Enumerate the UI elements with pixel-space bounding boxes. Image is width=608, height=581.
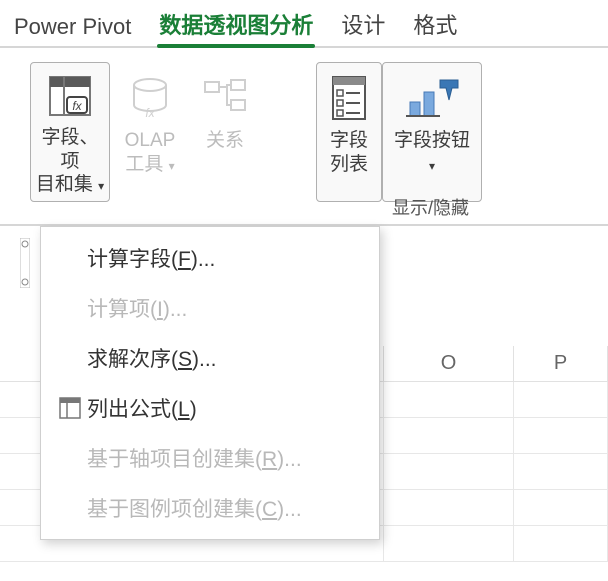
- field-buttons-icon: [404, 69, 460, 127]
- field-buttons-label: 字段按钮 ▾: [394, 129, 470, 177]
- menu-item-create-set-legend: 基于图例项创建集(C)...: [41, 483, 379, 533]
- list-formulas-icon: [53, 397, 87, 419]
- fields-items-sets-icon: fx: [47, 69, 93, 124]
- fields-items-sets-button[interactable]: fx 字段、项 目和集 ▾: [30, 62, 110, 202]
- olap-tools-button: fx OLAP 工具 ▾: [110, 62, 190, 202]
- field-list-icon: [330, 69, 368, 127]
- relations-label: 关系: [206, 129, 244, 153]
- chevron-down-icon: ▾: [98, 179, 104, 193]
- ribbon-group-showhide: 字段 列表 字段按钮 ▾: [316, 62, 482, 202]
- menu-item-label: 基于轴项目创建集(R)...: [87, 443, 302, 473]
- menu-item-label: 计算字段(F)...: [87, 243, 215, 273]
- menu-item-list-formulas[interactable]: 列出公式(L): [41, 383, 379, 433]
- ribbon-tabbar: Power Pivot 数据透视图分析 设计 格式: [0, 0, 608, 48]
- chevron-down-icon: ▾: [169, 159, 175, 173]
- olap-tools-icon: fx: [128, 69, 172, 127]
- menu-item-create-set-axis: 基于轴项目创建集(R)...: [41, 433, 379, 483]
- column-header-O[interactable]: O: [384, 346, 514, 382]
- tab-format[interactable]: 格式: [411, 4, 459, 46]
- svg-text:fx: fx: [145, 106, 155, 120]
- menu-item-calculated-item: 计算项(I)...: [41, 283, 379, 333]
- tab-pivotchart-analyze[interactable]: 数据透视图分析: [157, 4, 315, 46]
- column-header-P[interactable]: P: [514, 346, 608, 382]
- menu-item-label: 计算项(I)...: [87, 293, 187, 323]
- ribbon-group-calculations: fx 字段、项 目和集 ▾ fx OLAP 工具 ▾: [30, 62, 260, 202]
- ribbon: fx 字段、项 目和集 ▾ fx OLAP 工具 ▾: [0, 48, 608, 226]
- tab-design[interactable]: 设计: [339, 4, 387, 46]
- svg-text:fx: fx: [72, 99, 82, 113]
- menu-item-label: 基于图例项创建集(C)...: [87, 493, 302, 523]
- menu-item-label: 列出公式(L): [87, 393, 197, 423]
- menu-item-calculated-field[interactable]: 计算字段(F)...: [41, 233, 379, 283]
- ribbon-group-caption-showhide: 显示/隐藏: [392, 194, 469, 220]
- fields-items-sets-label: 字段、项 目和集 ▾: [33, 126, 107, 197]
- relations-button: 关系: [190, 62, 260, 202]
- olap-tools-label: OLAP 工具 ▾: [125, 129, 176, 177]
- tab-power-pivot[interactable]: Power Pivot: [12, 10, 133, 46]
- chevron-down-icon: ▾: [429, 159, 435, 173]
- menu-item-solve-order[interactable]: 求解次序(S)...: [41, 333, 379, 383]
- field-list-button[interactable]: 字段 列表: [316, 62, 382, 202]
- field-list-label: 字段 列表: [330, 129, 368, 177]
- field-buttons-button[interactable]: 字段按钮 ▾: [382, 62, 482, 202]
- relations-icon: [203, 69, 247, 127]
- fields-items-sets-menu: 计算字段(F)... 计算项(I)... 求解次序(S)... 列出公式(L) …: [40, 226, 380, 540]
- embedded-chart-edge[interactable]: [20, 238, 30, 288]
- menu-item-label: 求解次序(S)...: [87, 343, 217, 373]
